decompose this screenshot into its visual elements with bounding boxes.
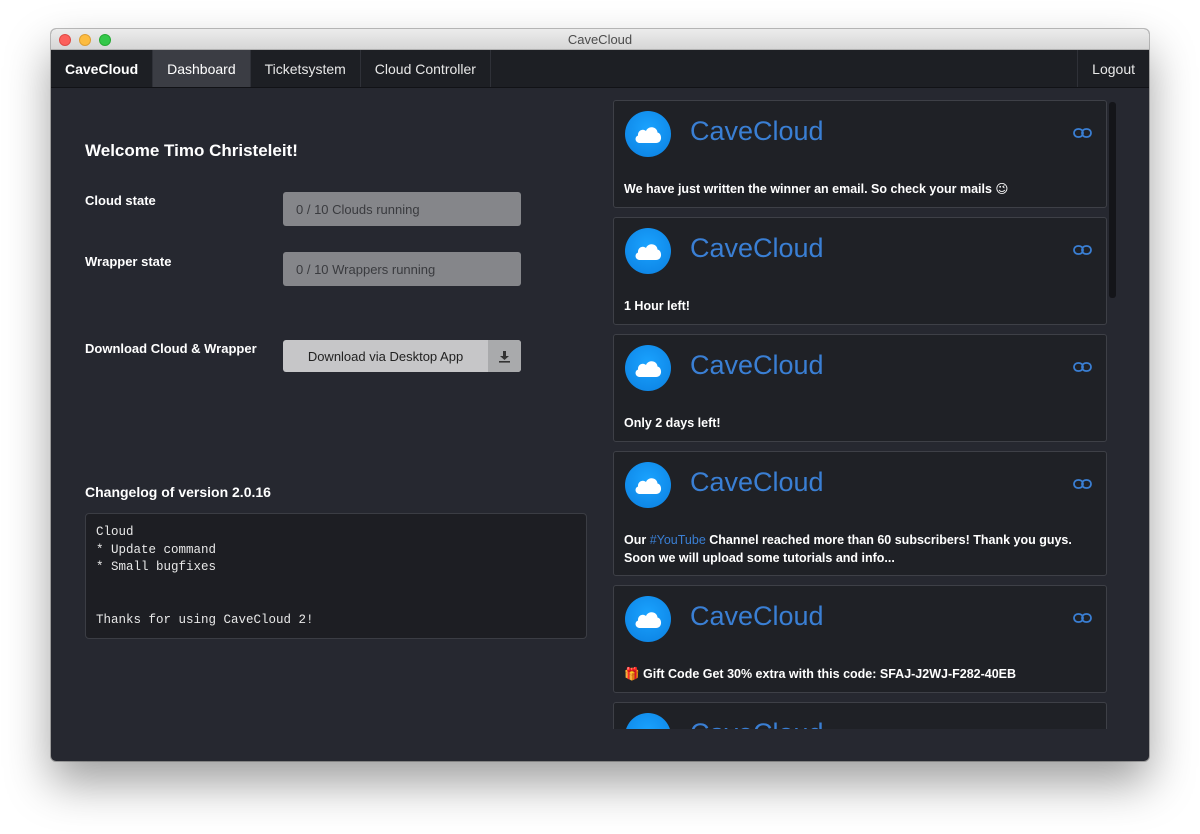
link-icon[interactable] xyxy=(1073,610,1092,628)
wrapper-state-label: Wrapper state xyxy=(85,254,172,269)
feed-post: CaveCloud 1 Hour left! xyxy=(613,217,1107,325)
post-author: CaveCloud xyxy=(690,718,824,729)
cloud-icon xyxy=(625,462,671,508)
window-controls xyxy=(59,34,111,46)
title-bar: CaveCloud xyxy=(51,29,1149,50)
post-author: CaveCloud xyxy=(690,601,824,631)
cloud-icon xyxy=(625,713,671,729)
cloud-icon xyxy=(625,596,671,642)
post-author: CaveCloud xyxy=(690,350,824,380)
maximize-window-button[interactable] xyxy=(99,34,111,46)
link-icon[interactable] xyxy=(1073,476,1092,494)
nav-tab-ticketsystem[interactable]: Ticketsystem xyxy=(251,50,361,87)
post-text: We have just written the winner an email… xyxy=(624,182,1009,196)
post-author: CaveCloud xyxy=(690,233,824,263)
post-text: Only 2 days left! xyxy=(624,416,721,430)
feed-post: CaveCloud Our #YouTube Channel reached m… xyxy=(613,451,1107,576)
download-button-label: Download via Desktop App xyxy=(307,348,464,364)
link-icon[interactable] xyxy=(1073,727,1092,729)
post-author: CaveCloud xyxy=(690,116,824,146)
cloud-state-field: 0 / 10 Clouds running xyxy=(283,192,521,226)
post-text: 1 Hour left! xyxy=(624,299,690,313)
close-window-button[interactable] xyxy=(59,34,71,46)
post-text-pre: Our xyxy=(624,533,650,547)
changelog-box: Cloud * Update command * Small bugfixes … xyxy=(85,513,587,639)
post-text: Our #YouTube Channel reached more than 6… xyxy=(624,531,1096,567)
welcome-heading: Welcome Timo Christeleit! xyxy=(85,141,298,160)
app-window: CaveCloud CaveCloud Dashboard Ticketsyst… xyxy=(51,29,1149,761)
download-icon xyxy=(488,340,521,372)
hashtag-link[interactable]: #YouTube xyxy=(650,533,706,547)
cloud-state-label: Cloud state xyxy=(85,193,156,208)
cloud-icon xyxy=(625,111,671,157)
nav-tab-cloud-controller[interactable]: Cloud Controller xyxy=(361,50,491,87)
news-feed[interactable]: CaveCloud We have just written the winne… xyxy=(613,100,1107,729)
download-desktop-app-button[interactable]: Download via Desktop App xyxy=(283,340,521,372)
download-label: Download Cloud & Wrapper xyxy=(85,341,257,356)
post-author: CaveCloud xyxy=(690,467,824,497)
cloud-icon xyxy=(625,228,671,274)
link-icon[interactable] xyxy=(1073,359,1092,377)
logout-button[interactable]: Logout xyxy=(1077,50,1149,87)
feed-post: CaveCloud We have just written the winne… xyxy=(613,100,1107,208)
feed-scrollbar[interactable] xyxy=(1109,102,1116,298)
feed-post: CaveCloud xyxy=(613,702,1107,729)
window-title: CaveCloud xyxy=(567,31,633,47)
link-icon[interactable] xyxy=(1073,125,1092,143)
link-icon[interactable] xyxy=(1073,242,1092,260)
top-navbar: CaveCloud Dashboard Ticketsystem Cloud C… xyxy=(51,50,1149,88)
main-content: Welcome Timo Christeleit! Cloud state 0 … xyxy=(51,88,1149,761)
changelog-title: Changelog of version 2.0.16 xyxy=(85,484,271,500)
nav-brand[interactable]: CaveCloud xyxy=(51,50,154,87)
feed-post: CaveCloud Only 2 days left! xyxy=(613,334,1107,442)
minimize-window-button[interactable] xyxy=(79,34,91,46)
wrapper-state-field: 0 / 10 Wrappers running xyxy=(283,252,521,286)
feed-post: CaveCloud 🎁 Gift Code Get 30% extra with… xyxy=(613,585,1107,693)
dashboard-panel: Welcome Timo Christeleit! Cloud state 0 … xyxy=(51,88,611,761)
cloud-icon xyxy=(625,345,671,391)
nav-tab-dashboard[interactable]: Dashboard xyxy=(153,50,251,87)
post-text: 🎁 Gift Code Get 30% extra with this code… xyxy=(624,667,1017,681)
